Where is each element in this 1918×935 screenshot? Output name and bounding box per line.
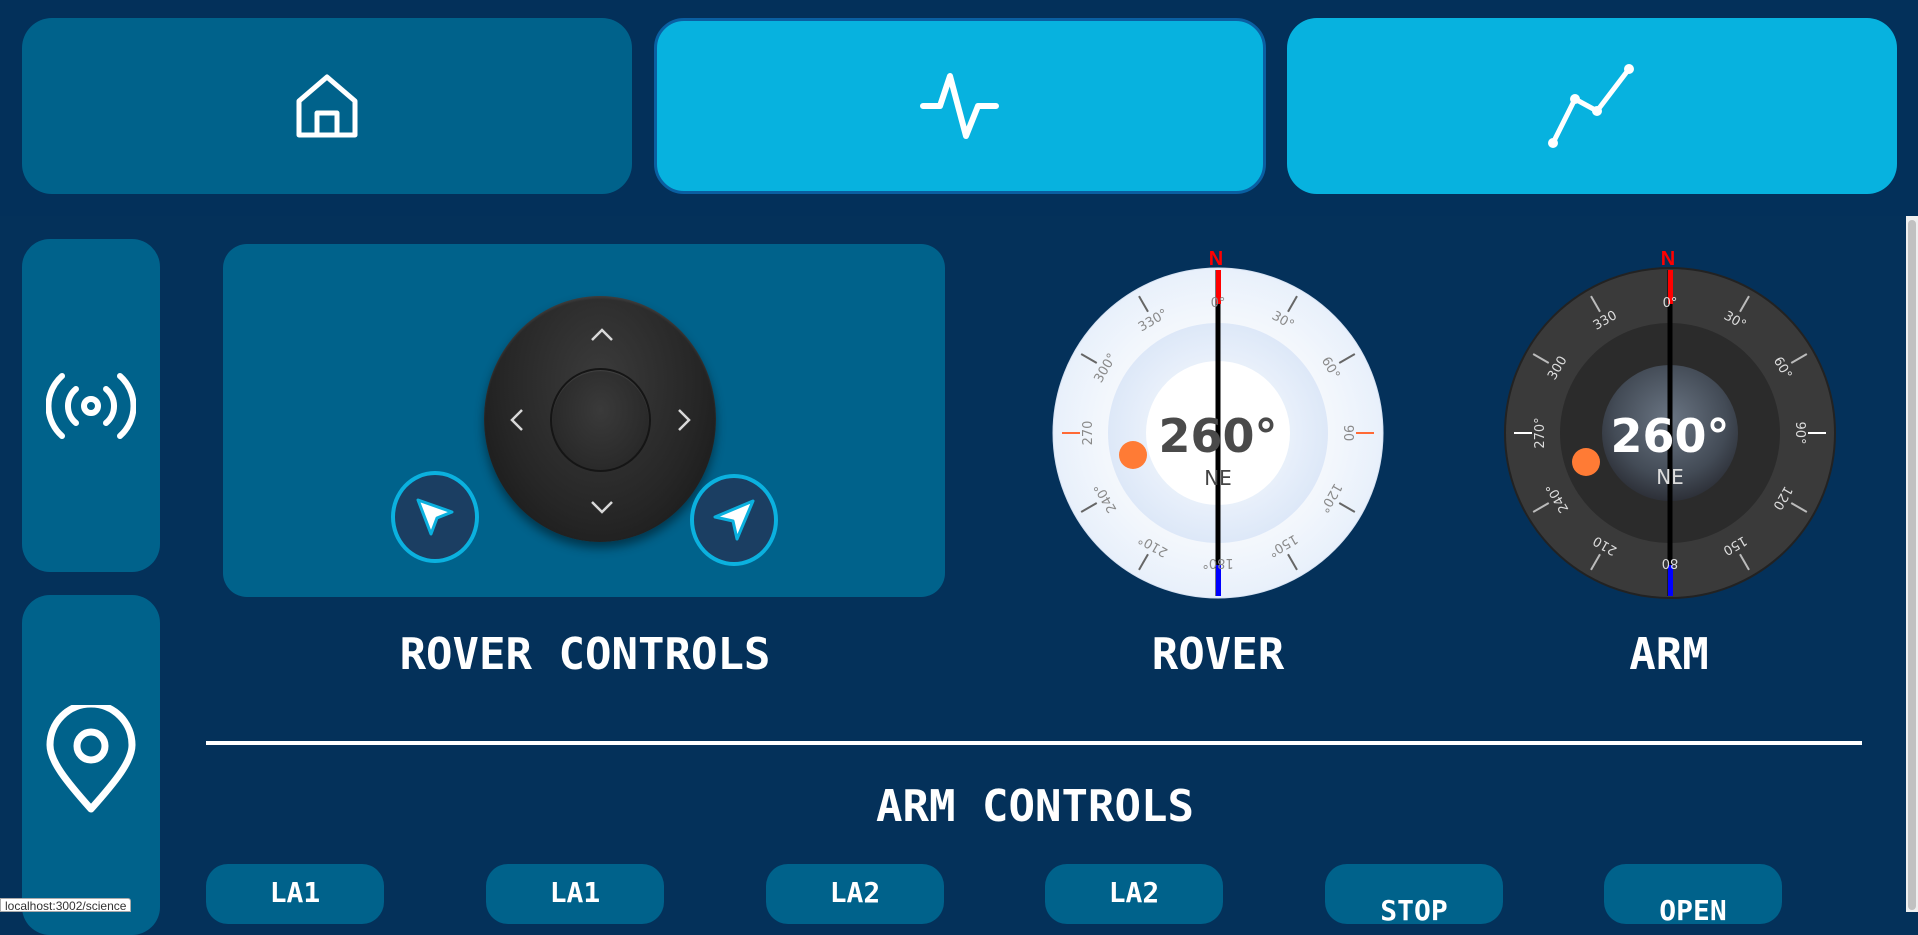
nav-graph-button[interactable] xyxy=(1287,18,1897,194)
rover-compass-tick-label: 0° xyxy=(1211,296,1226,311)
rover-controls-title: ROVER CONTROLS xyxy=(399,629,771,680)
arm-compass-label: ARM xyxy=(1629,629,1709,680)
arm-stop-button[interactable]: STOP xyxy=(1325,864,1503,927)
rover-direction: NE xyxy=(1204,466,1232,490)
arm-compass-tick-label: 90° xyxy=(1792,421,1807,444)
activity-icon xyxy=(920,73,999,139)
rover-compass-tick-label: 180° xyxy=(1202,555,1233,570)
arm-compass-tick-label: 270° xyxy=(1533,417,1548,448)
rotate-left-button[interactable] xyxy=(391,471,479,563)
chevron-left-icon[interactable] xyxy=(510,408,524,437)
rotate-right-button[interactable] xyxy=(690,474,778,566)
arm-la2-button-b[interactable]: LA2 xyxy=(1045,864,1223,924)
rover-compass-tick-label: 90 xyxy=(1340,425,1355,442)
joystick-center-button[interactable] xyxy=(550,368,651,472)
broadcast-icon xyxy=(46,372,136,439)
rover-compass-label: ROVER xyxy=(1151,629,1285,680)
chevron-right-icon[interactable] xyxy=(677,408,691,437)
arm-compass: N 260° NE 0°30°60°90°12015080210240°270°… xyxy=(1504,248,1836,599)
arm-compass-tick-label: 0° xyxy=(1663,296,1678,311)
top-navigation xyxy=(0,0,1918,216)
link-status-bar: localhost:3002/science xyxy=(0,898,132,913)
arm-north-marker: N xyxy=(1661,248,1675,270)
navigation-arrow-icon xyxy=(713,499,755,541)
section-divider xyxy=(206,741,1862,745)
nav-science-button[interactable] xyxy=(654,18,1266,194)
arm-heading: 260° xyxy=(1610,409,1729,463)
map-pin-icon xyxy=(46,705,136,813)
cursor-arrow-icon xyxy=(416,498,454,536)
arm-la2-button-a[interactable]: LA2 xyxy=(766,864,944,924)
home-icon xyxy=(296,74,358,138)
chevron-up-icon[interactable] xyxy=(590,325,614,347)
rover-north-marker: N xyxy=(1209,248,1223,270)
chevron-down-icon[interactable] xyxy=(590,497,614,519)
line-graph-icon xyxy=(1548,64,1634,148)
arm-compass-tick-label: 80 xyxy=(1662,555,1679,570)
rover-compass-tick-label: 270 xyxy=(1081,421,1096,446)
arm-la1-button-a[interactable]: LA1 xyxy=(206,864,384,924)
sidebar-item-location[interactable] xyxy=(22,595,160,935)
rover-compass: N 260° NE 0°30°60°90120°150°180°210°240°… xyxy=(1052,248,1384,599)
sidebar-item-connection[interactable] xyxy=(22,239,160,572)
rover-heading: 260° xyxy=(1158,409,1277,463)
arm-open-button[interactable]: OPEN xyxy=(1604,864,1782,927)
arm-direction: NE xyxy=(1656,465,1684,489)
arm-controls-title: ARM CONTROLS xyxy=(876,781,1194,832)
page-scrollbar-thumb[interactable] xyxy=(1908,220,1916,910)
arm-la1-button-b[interactable]: LA1 xyxy=(486,864,664,924)
nav-home-button[interactable] xyxy=(22,18,632,194)
